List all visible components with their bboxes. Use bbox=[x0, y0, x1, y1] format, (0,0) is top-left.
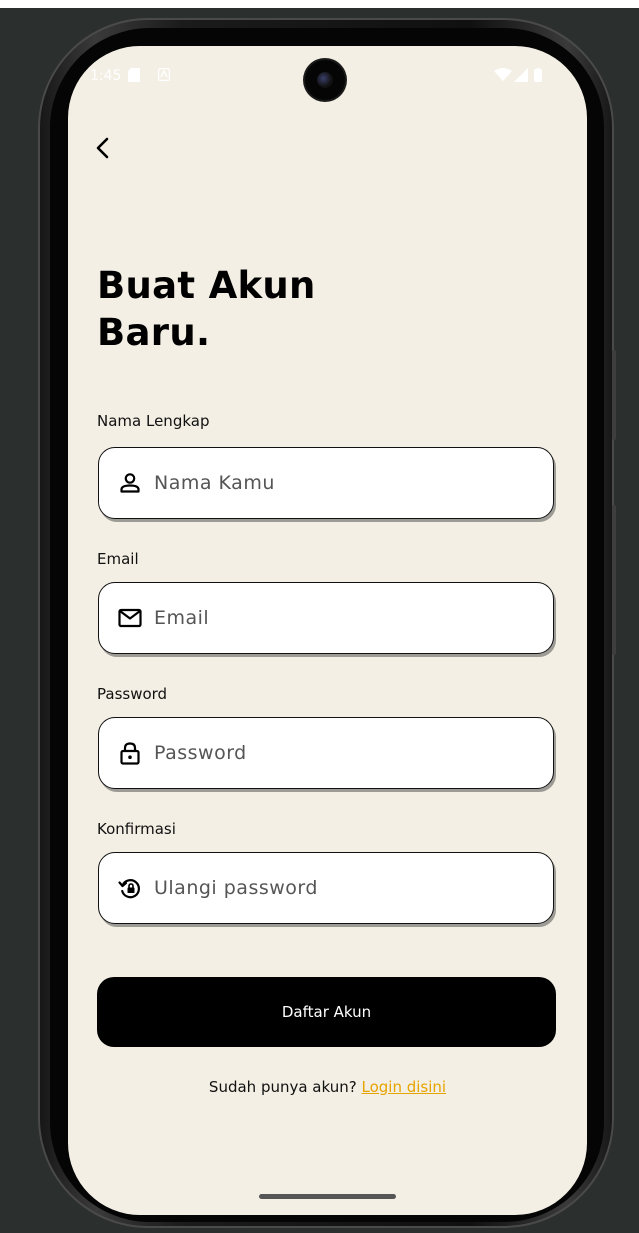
back-button[interactable] bbox=[92, 132, 116, 164]
front-camera bbox=[305, 60, 345, 100]
register-button[interactable]: Daftar Akun bbox=[97, 977, 556, 1047]
name-field[interactable] bbox=[98, 447, 554, 519]
email-label: Email bbox=[97, 550, 139, 568]
confirm-input[interactable] bbox=[151, 853, 534, 923]
app-screen: 1:45 Buat Akun Baru. Nama Lengkap Nama K… bbox=[68, 46, 587, 1215]
page-title: Buat Akun Baru. bbox=[97, 262, 316, 356]
lock-reset-icon bbox=[118, 879, 140, 899]
name-label: Nama Lengkap bbox=[97, 412, 210, 430]
status-time: 1:45 bbox=[90, 68, 122, 84]
page-title-line1: Buat Akun bbox=[97, 264, 316, 307]
password-input[interactable] bbox=[151, 718, 534, 788]
email-input[interactable] bbox=[151, 583, 534, 653]
notification-icon bbox=[158, 68, 170, 81]
volume-button bbox=[612, 350, 616, 440]
window-top-strip bbox=[0, 0, 639, 8]
chevron-left-icon bbox=[96, 137, 109, 159]
battery-icon bbox=[534, 68, 542, 82]
password-field[interactable] bbox=[98, 717, 554, 789]
password-label: Password bbox=[97, 685, 168, 703]
page-title-line2: Baru. bbox=[97, 311, 211, 354]
confirm-label: Konfirmasi bbox=[97, 820, 176, 838]
lock-icon bbox=[120, 742, 140, 765]
home-indicator[interactable] bbox=[259, 1194, 396, 1199]
login-prompt-text: Sudah punya akun? bbox=[208, 1078, 357, 1096]
confirm-field[interactable] bbox=[98, 852, 554, 924]
wifi-icon bbox=[494, 68, 512, 81]
login-link[interactable]: Login disini bbox=[361, 1078, 446, 1096]
power-button bbox=[612, 505, 616, 655]
sim-card-icon bbox=[128, 68, 140, 82]
camera-lens bbox=[317, 72, 333, 88]
login-prompt: Sudah punya akun? Login disini bbox=[68, 1078, 587, 1096]
mail-icon bbox=[118, 608, 142, 628]
signal-icon bbox=[514, 68, 528, 82]
email-field[interactable] bbox=[98, 582, 554, 654]
user-icon bbox=[120, 473, 140, 493]
name-input[interactable] bbox=[151, 448, 534, 518]
